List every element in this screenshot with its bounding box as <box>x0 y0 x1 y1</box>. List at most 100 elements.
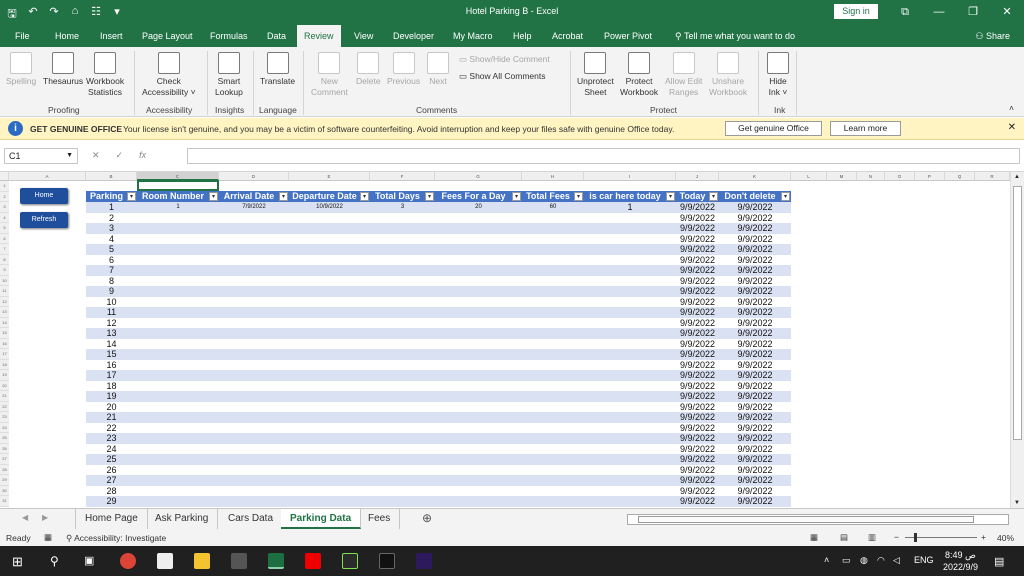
tab-insert[interactable]: Insert <box>93 25 130 47</box>
table-row[interactable]: 2 9/9/2022 9/9/2022 <box>86 212 791 224</box>
table-row[interactable]: 22 9/9/2022 9/9/2022 <box>86 422 791 433</box>
search-icon[interactable]: ⚲ <box>50 554 59 568</box>
table-cell[interactable]: 9/9/2022 <box>719 339 791 350</box>
column-header-q[interactable]: Q <box>945 172 975 181</box>
table-cell[interactable]: 7 <box>86 265 137 276</box>
table-cell[interactable]: 3 <box>86 223 137 234</box>
table-cell[interactable]: 17 <box>86 370 137 381</box>
table-cell[interactable]: 9/9/2022 <box>676 213 719 224</box>
collapse-ribbon-icon[interactable]: ˄ <box>1009 103 1014 113</box>
row-header[interactable]: 14 <box>0 317 9 328</box>
table-cell[interactable]: 28 <box>86 486 137 497</box>
tab-help[interactable]: Help <box>506 25 539 47</box>
table-cell[interactable]: 16 <box>86 360 137 371</box>
table-cell[interactable]: 12 <box>86 318 137 329</box>
table-cell[interactable]: 9/9/2022 <box>676 496 719 507</box>
table-cell[interactable]: 24 <box>86 444 137 455</box>
row-header[interactable]: 23 <box>0 412 9 423</box>
prev-sheet-icon[interactable]: ◀ <box>22 513 28 522</box>
table-cell[interactable]: 20 <box>435 202 522 213</box>
windows-start-icon[interactable]: ⊞ <box>12 554 23 570</box>
tab-review[interactable]: Review <box>297 25 341 47</box>
table-cell[interactable]: 9/9/2022 <box>719 381 791 392</box>
row-header[interactable]: 25 <box>0 433 9 444</box>
table-row[interactable]: 16 9/9/2022 9/9/2022 <box>86 359 791 371</box>
table-row[interactable]: 9 9/9/2022 9/9/2022 <box>86 286 791 297</box>
row-header[interactable]: 30 <box>0 485 9 496</box>
zoom-in-icon[interactable]: + <box>981 532 986 542</box>
table-row[interactable]: 15 9/9/2022 9/9/2022 <box>86 349 791 360</box>
table-row[interactable]: 8 9/9/2022 9/9/2022 <box>86 275 791 287</box>
tray-overflow-icon[interactable]: ˄ <box>824 555 829 565</box>
table-row[interactable]: 12 9/9/2022 9/9/2022 <box>86 317 791 329</box>
table-cell[interactable]: 9/9/2022 <box>719 307 791 318</box>
table-row[interactable]: 4 9/9/2022 9/9/2022 <box>86 233 791 245</box>
table-row[interactable]: 19 9/9/2022 9/9/2022 <box>86 391 791 402</box>
terminal-icon[interactable] <box>379 553 395 569</box>
workbook-statistics-button[interactable]: Workbook Statistics <box>86 52 124 98</box>
table-cell[interactable]: 25 <box>86 454 137 465</box>
table-cell[interactable]: 13 <box>86 328 137 339</box>
tab-power-pivot[interactable]: Power Pivot <box>597 25 659 47</box>
next-sheet-icon[interactable]: ▶ <box>42 513 48 522</box>
row-header[interactable]: 21 <box>0 391 9 402</box>
table-cell[interactable]: 26 <box>86 465 137 476</box>
table-cell[interactable]: 9/9/2022 <box>676 381 719 392</box>
row-header[interactable]: 16 <box>0 338 9 349</box>
column-header-j[interactable]: J <box>676 172 719 181</box>
filter-dropdown-icon[interactable]: ▾ <box>709 192 718 201</box>
table-cell[interactable]: 9/9/2022 <box>719 297 791 308</box>
table-cell[interactable]: 9/9/2022 <box>719 223 791 234</box>
column-header-o[interactable]: O <box>885 172 915 181</box>
tell-me-search[interactable]: ⚲ Tell me what you want to do <box>668 25 802 47</box>
chrome-icon[interactable] <box>120 553 136 569</box>
calculator-icon[interactable] <box>231 553 247 569</box>
table-cell[interactable]: 9/9/2022 <box>676 486 719 497</box>
filter-dropdown-icon[interactable]: ▾ <box>781 192 790 201</box>
table-cell[interactable]: 9/9/2022 <box>719 465 791 476</box>
row-header[interactable]: 5 <box>0 223 9 234</box>
row-header[interactable]: 1 <box>0 181 9 192</box>
unprotect-sheet-button[interactable]: Unprotect Sheet <box>577 52 614 98</box>
table-cell[interactable]: 9/9/2022 <box>719 370 791 381</box>
row-header[interactable]: 13 <box>0 307 9 318</box>
filter-dropdown-icon[interactable]: ▾ <box>127 192 136 201</box>
table-cell[interactable]: 3 <box>370 202 435 213</box>
table-row[interactable]: 13 9/9/2022 9/9/2022 <box>86 328 791 339</box>
column-header-m[interactable]: M <box>827 172 857 181</box>
sheet-tab-cars-data[interactable]: Cars Data <box>219 509 284 529</box>
table-cell[interactable]: 9/9/2022 <box>676 339 719 350</box>
table-cell[interactable]: 15 <box>86 349 137 360</box>
table-cell[interactable]: 9/9/2022 <box>676 370 719 381</box>
table-cell[interactable]: 1 <box>137 202 219 213</box>
scroll-down-icon[interactable]: ▼ <box>1014 500 1020 506</box>
horizontal-scrollbar[interactable] <box>627 514 1009 525</box>
table-cell[interactable]: 9/9/2022 <box>676 297 719 308</box>
column-header-k[interactable]: K <box>719 172 791 181</box>
table-cell[interactable]: 9/9/2022 <box>676 349 719 360</box>
table-row[interactable]: 11 9/9/2022 9/9/2022 <box>86 307 791 318</box>
table-cell[interactable]: 9/9/2022 <box>719 265 791 276</box>
tab-home[interactable]: Home <box>48 25 86 47</box>
row-header[interactable]: 31 <box>0 496 9 507</box>
table-cell[interactable]: 2 <box>86 213 137 224</box>
notion-icon[interactable] <box>157 553 173 569</box>
table-row[interactable]: 29 9/9/2022 9/9/2022 <box>86 496 791 507</box>
table-cell[interactable]: 20 <box>86 402 137 413</box>
table-cell[interactable]: 9/9/2022 <box>719 234 791 245</box>
column-header-i[interactable]: I <box>584 172 676 181</box>
show-all-comments-button[interactable]: ▭ Show All Comments <box>459 71 545 82</box>
formula-input[interactable] <box>187 148 1020 164</box>
delete-comment-button[interactable]: Delete <box>356 52 381 87</box>
table-cell[interactable]: 9/9/2022 <box>719 391 791 402</box>
check-accessibility-button[interactable]: Check Accessibility ˅ <box>142 52 196 98</box>
row-header[interactable]: 4 <box>0 212 9 223</box>
pycharm-icon[interactable] <box>342 553 358 569</box>
file-explorer-icon[interactable] <box>194 553 210 569</box>
table-cell[interactable]: 9/9/2022 <box>676 276 719 287</box>
table-cell[interactable]: 9/9/2022 <box>676 444 719 455</box>
row-header[interactable]: 7 <box>0 244 9 255</box>
table-cell[interactable]: 9/9/2022 <box>719 328 791 339</box>
table-cell[interactable]: 9/9/2022 <box>719 444 791 455</box>
table-row[interactable]: 10 9/9/2022 9/9/2022 <box>86 296 791 308</box>
